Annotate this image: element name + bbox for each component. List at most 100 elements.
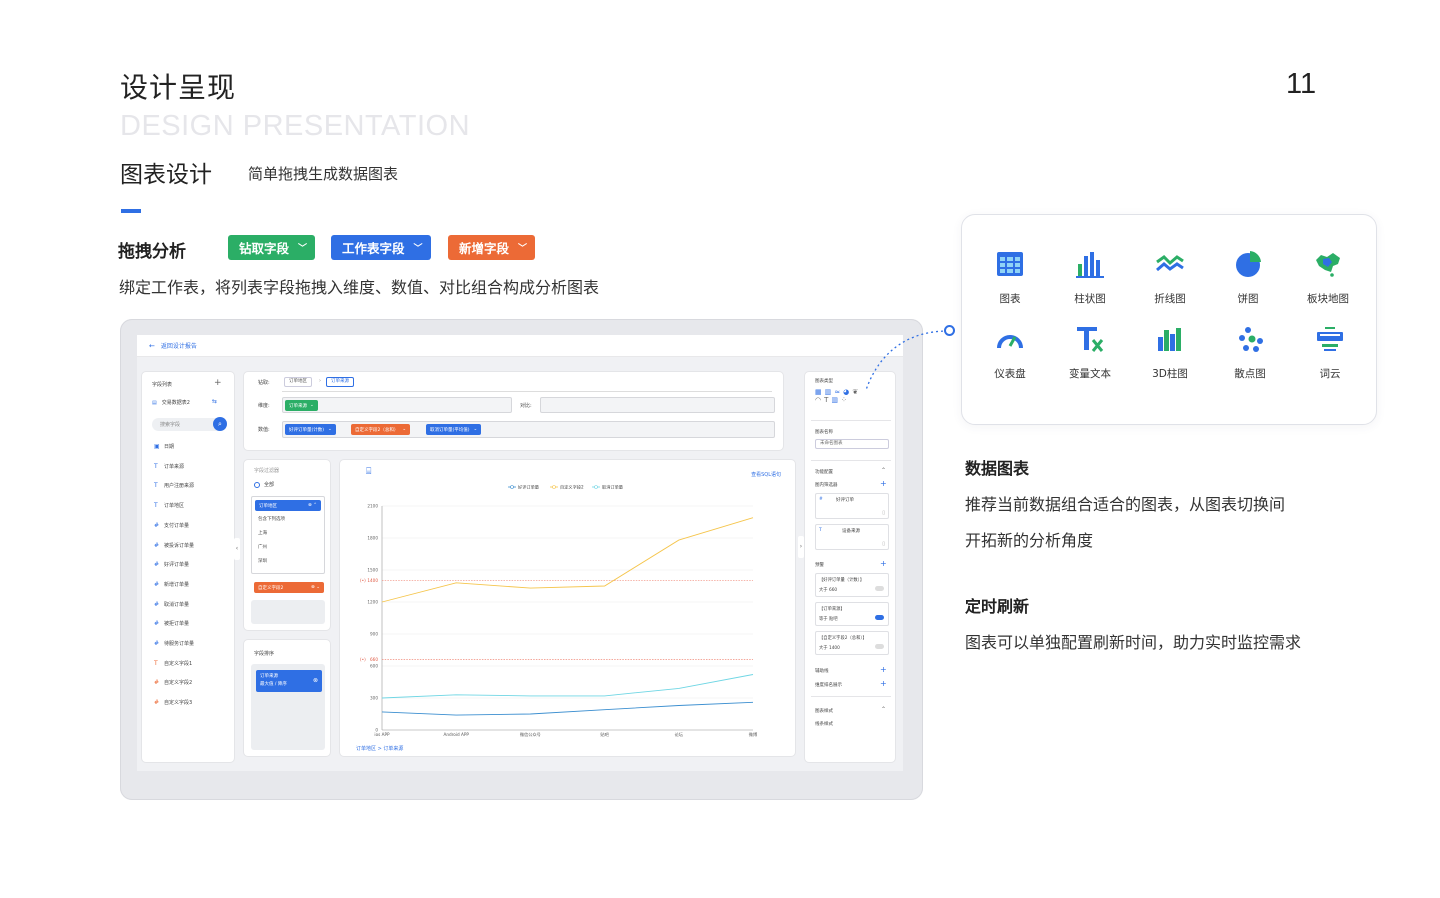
scatter-icon[interactable]: ⁘: [841, 396, 850, 404]
value-pill-3[interactable]: 取消订单量(平均值) ⌄: [426, 424, 482, 435]
y-tick-label: 1200: [367, 600, 378, 605]
switch-icon[interactable]: ⇆: [212, 398, 217, 405]
alert-toggle[interactable]: [875, 615, 884, 620]
line-chart-icon[interactable]: ≈: [834, 388, 843, 396]
chart-type-item[interactable]: 折线图: [1130, 247, 1210, 306]
inner-filter-card[interactable]: T 设备来源 ▯: [815, 524, 889, 550]
field-item[interactable]: T 订单地区: [154, 502, 184, 509]
config-panel: 钻取: 订单地区 › 订单来源 维度: 订单来源 ⌄ 对比: 数值: 好评订单量(…: [243, 371, 784, 451]
close-collapse-icon[interactable]: ⊗ ⌃: [308, 503, 317, 508]
worksheet-field-tag[interactable]: 工作表字段 ﹀: [331, 235, 431, 260]
filter-option[interactable]: 上海: [258, 530, 267, 536]
alert-card[interactable]: 【订单来源】 等于 贴吧: [815, 602, 889, 626]
y-tick-label: 600: [370, 664, 378, 669]
value-pill-label: 自定义字段2（总和）: [355, 427, 399, 433]
text-type-icon: T: [154, 482, 158, 490]
alert-label: 预警: [815, 563, 824, 568]
filter-option[interactable]: 深圳: [258, 558, 267, 564]
search-icon[interactable]: ⌕: [213, 417, 227, 431]
chart-type-item[interactable]: 饼图: [1208, 247, 1288, 306]
filter-option[interactable]: 包含下列选项: [258, 516, 285, 522]
add-icon[interactable]: +: [880, 679, 887, 688]
field-item[interactable]: T 订单来源: [154, 463, 184, 470]
alert-toggle[interactable]: [875, 586, 884, 591]
chart-type-item[interactable]: 图表: [970, 247, 1050, 306]
timed-refresh-desc: 图表可以单独配置刷新时间，助力实时监控需求: [965, 633, 1302, 652]
close-icon[interactable]: ⊗: [313, 677, 318, 684]
inner-filter-card[interactable]: # 好评订单 ▯: [815, 493, 889, 519]
timed-refresh-heading: 定时刷新: [965, 597, 1030, 616]
chart-type-item[interactable]: 板块地图: [1288, 247, 1368, 306]
collapse-left-handle[interactable]: ‹: [234, 538, 240, 560]
chevron-up-icon[interactable]: ⌃: [881, 706, 886, 713]
number-type-icon: #: [154, 640, 160, 647]
divider: [811, 696, 891, 697]
add-icon[interactable]: +: [880, 479, 887, 488]
field-item[interactable]: T 自定义字段1: [154, 660, 192, 667]
field-label: 自定义字段2: [164, 680, 193, 687]
chart-type-item[interactable]: 3D柱图: [1130, 322, 1210, 381]
value-pill-label: 取消订单量(平均值): [430, 427, 470, 433]
dimension-pill[interactable]: 订单来源 ⌄: [285, 400, 318, 411]
compare-dropzone[interactable]: [540, 397, 775, 413]
close-collapse-icon[interactable]: ⊗ ⌄: [311, 585, 320, 590]
chart-type-title: 图表类型: [815, 379, 833, 384]
filter-panel: 字段过滤器 全部 订单地区 ⊗ ⌃ 包含下列选项 上海 广州 深圳 自定义字段2 ⊗…: [243, 459, 331, 631]
field-item[interactable]: # 被投诉订单量: [154, 542, 194, 549]
add-icon[interactable]: +: [880, 559, 887, 568]
field-item[interactable]: ▣ 日期: [154, 443, 174, 450]
filter-custom-field[interactable]: 自定义字段2 ⊗ ⌄: [254, 582, 324, 593]
func-config-label: 功能配置: [815, 470, 833, 475]
add-icon[interactable]: +: [214, 378, 222, 388]
filter-option[interactable]: 广州: [258, 544, 267, 550]
alert-card[interactable]: 【好评订单量（计数）】 大于 660: [815, 573, 889, 597]
chart-type-item[interactable]: 仪表盘: [970, 322, 1050, 381]
section-subtitle: 简单拖拽生成数据图表: [248, 165, 399, 183]
field-item[interactable]: # 被拒订单量: [154, 620, 189, 627]
back-arrow-icon[interactable]: ←: [149, 342, 155, 350]
number-type-icon: #: [154, 580, 160, 588]
drag-description: 绑定工作表，将列表字段拖拽入维度、数值、对比组合构成分析图表: [119, 278, 600, 297]
chart-type-item[interactable]: 词云: [1290, 322, 1370, 381]
filter-all-radio[interactable]: 全部: [254, 481, 274, 488]
value-pill-1[interactable]: 好评订单量(计数) ⌄: [285, 424, 336, 435]
reference-label: 1400: [367, 578, 378, 583]
field-item[interactable]: # 自定义字段2: [154, 679, 192, 686]
field-item[interactable]: # 自定义字段3: [154, 699, 192, 706]
gauge-icon[interactable]: ◠: [815, 396, 824, 404]
chart-name-input[interactable]: 未命名图表: [815, 439, 889, 449]
field-item[interactable]: # 新增订单量: [154, 581, 189, 588]
chart-breadcrumb[interactable]: 订单地区 > 订单来源: [356, 745, 403, 752]
value-pill-2[interactable]: 自定义字段2（总和） ⌄: [351, 424, 411, 435]
chart-type-item[interactable]: 变量文本: [1050, 322, 1130, 381]
sort-rule: 最大值 / 降序: [260, 682, 287, 687]
field-item[interactable]: # 好评订单量: [154, 561, 189, 568]
new-field-tag[interactable]: 新增字段 ﹀: [448, 235, 536, 260]
delete-icon[interactable]: ▯: [882, 510, 885, 516]
drill-item-source[interactable]: 订单来源: [326, 377, 354, 387]
chevron-up-icon[interactable]: ⌃: [881, 467, 886, 474]
field-item[interactable]: # 支付订单量: [154, 522, 189, 529]
field-item[interactable]: T 用户注册来源: [154, 482, 194, 489]
drill-field-tag[interactable]: 钻取字段 ﹀: [228, 235, 316, 260]
drill-item-region[interactable]: 订单地区: [284, 377, 312, 387]
delete-icon[interactable]: ▯: [882, 541, 885, 547]
chart-type-label: 变量文本: [1069, 368, 1111, 380]
bar-chart-icon[interactable]: ▥: [825, 388, 835, 396]
field-item[interactable]: # 取消订单量: [154, 601, 189, 608]
add-icon[interactable]: +: [880, 665, 887, 674]
chart-type-card: 图表 柱状图 折线图 饼图 板块地图 仪表盘 变量文本 3D柱图 散点图 词云: [961, 214, 1377, 425]
filter-region-header[interactable]: 订单地区 ⊗ ⌃: [255, 500, 321, 511]
dataset-item[interactable]: ▤ 交易数据表2: [152, 399, 190, 407]
alert-card[interactable]: 【自定义字段2（总和）】 大于 1400: [815, 631, 889, 655]
field-label: 支付订单量: [164, 522, 190, 529]
search-input[interactable]: 搜索字段 ⌕: [152, 417, 227, 431]
field-item[interactable]: # 待服务订单量: [154, 640, 194, 647]
chart-type-item[interactable]: 散点图: [1210, 322, 1290, 381]
chart-type-item[interactable]: 柱状图: [1050, 247, 1130, 306]
sort-item[interactable]: 订单来源 最大值 / 降序 ⊗: [256, 670, 322, 692]
table-chart-icon[interactable]: ▦: [815, 388, 825, 396]
alert-toggle[interactable]: [875, 644, 884, 649]
back-link[interactable]: 返回设计报告: [161, 341, 197, 350]
3d-bar-icon[interactable]: ▥: [831, 396, 841, 404]
